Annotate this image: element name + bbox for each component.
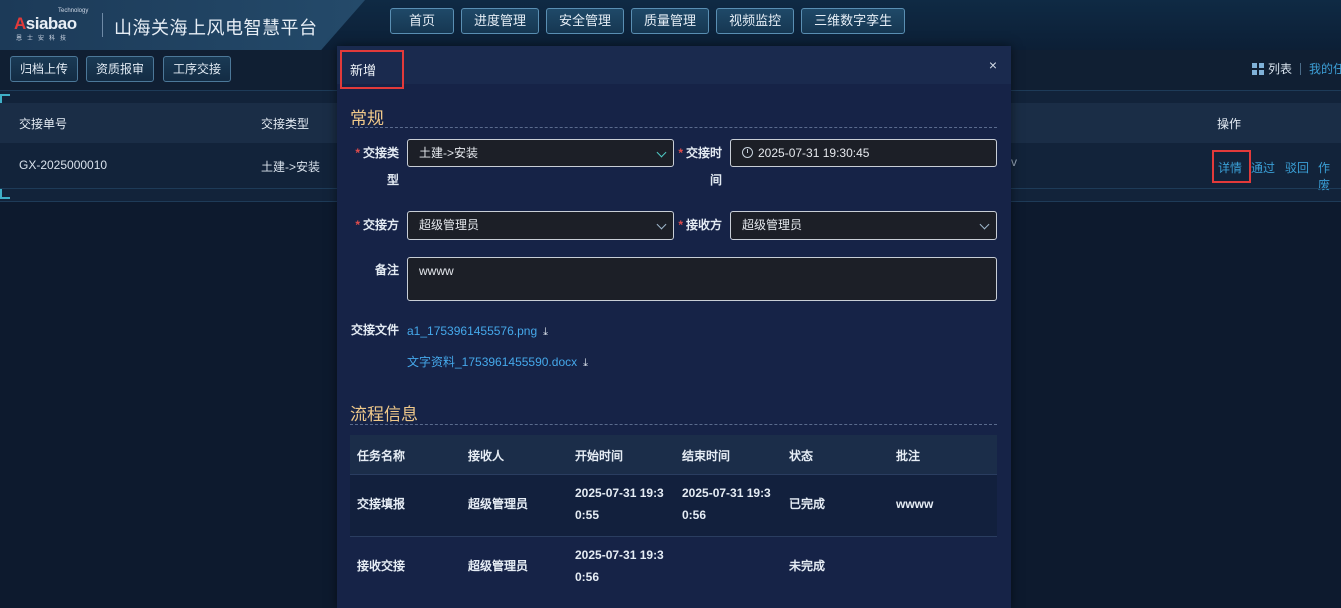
add-modal: 新增 × 常规 * 交接类 型 土建->安装 * 交接时 间 2025-07-31 … [337, 46, 1011, 608]
grid-icon [1251, 62, 1264, 75]
handover-type-select[interactable]: 土建->安装 [407, 139, 674, 167]
flow-header-status: 状态 [789, 449, 814, 463]
flow-header-note: 批注 [896, 449, 921, 463]
flow-cell-receiver: 超级管理员 [468, 559, 529, 573]
nav-safety[interactable]: 安全管理 [546, 8, 625, 34]
title-highlight [340, 50, 404, 89]
view-toggle: 列表 我的任 [1251, 60, 1341, 77]
flow-cell-start: 2025-07-31 19:3 0:56 [575, 548, 664, 584]
flow-table-header: 任务名称 接收人 开始时间 结束时间 状态 批注 [350, 435, 997, 474]
flow-header-end: 结束时间 [682, 449, 731, 463]
header-handover-no: 交接单号 [19, 117, 68, 131]
handover-party-select[interactable]: 超级管理员 [407, 211, 674, 240]
archive-upload-button[interactable]: 归档上传 [10, 56, 79, 82]
section-divider [350, 127, 997, 128]
remark-label: 备注 [374, 263, 399, 277]
cell-truncated: v [1011, 155, 1017, 169]
brand-divider [102, 13, 103, 37]
chevron-down-icon [656, 219, 667, 230]
main-nav: 首页 进度管理 安全管理 质量管理 视频监控 三维数字孪生 [390, 8, 906, 34]
qualification-review-button[interactable]: 资质报审 [86, 56, 155, 82]
cell-handover-no: GX-2025000010 [19, 158, 108, 172]
flow-cell-receiver: 超级管理员 [468, 497, 529, 511]
detail-highlight [1212, 150, 1251, 183]
nav-video[interactable]: 视频监控 [716, 8, 795, 34]
company-logo: Technology Asiabao 恩士安科技 [14, 8, 94, 42]
process-handover-button[interactable]: 工序交接 [163, 56, 232, 82]
download-icon[interactable]: ⤓ [543, 326, 548, 339]
close-icon[interactable]: × [989, 57, 997, 73]
nav-home[interactable]: 首页 [390, 8, 455, 34]
reject-link[interactable]: 驳回 [1285, 159, 1309, 176]
header-operation: 操作 [1217, 117, 1242, 131]
flow-header-task: 任务名称 [357, 449, 406, 463]
cell-handover-type: 土建->安装 [261, 160, 321, 174]
table-row: 交接填报 超级管理员 2025-07-31 19:3 0:55 2025-07-3… [350, 474, 997, 536]
receiver-label: * 接收方 [678, 218, 722, 232]
list-view-link[interactable]: 列表 [1268, 60, 1292, 77]
logo-word: Asiabao [14, 14, 77, 33]
nav-digital-twin[interactable]: 三维数字孪生 [801, 8, 906, 34]
handover-type-label: * 交接类 [355, 146, 399, 160]
handover-type-label-cont: 型 [386, 173, 399, 187]
my-tasks-link[interactable]: 我的任 [1309, 60, 1341, 77]
clock-icon [742, 147, 753, 158]
chevron-down-icon [979, 219, 990, 230]
handover-time-label: * 交接时 [678, 146, 722, 160]
section-general-title: 常规 [350, 109, 384, 128]
flow-cell-task: 交接填报 [357, 497, 406, 511]
table-row: 接收交接 超级管理员 2025-07-31 19:3 0:56 未完成 [350, 536, 997, 598]
flow-cell-start: 2025-07-31 19:3 0:55 [575, 486, 664, 522]
section-flow-title: 流程信息 [350, 405, 418, 424]
download-icon[interactable]: ⤓ [583, 357, 588, 370]
logo-sub-text: 恩士安科技 [16, 36, 72, 42]
flow-cell-note: wwww [896, 497, 934, 511]
flow-cell-end: 2025-07-31 19:3 0:56 [682, 486, 771, 522]
file-link-png[interactable]: a1_1753961455576.png ⤓ [407, 324, 548, 339]
corner-decoration [0, 189, 10, 199]
files-label: 交接文件 [350, 323, 399, 337]
handover-time-label-cont: 间 [709, 173, 722, 187]
nav-progress[interactable]: 进度管理 [461, 8, 540, 34]
receiver-select[interactable]: 超级管理员 [730, 211, 997, 240]
flow-cell-status: 未完成 [789, 559, 826, 573]
section-divider [350, 424, 997, 425]
flow-header-start: 开始时间 [575, 449, 624, 463]
header-handover-type: 交接类型 [261, 117, 310, 131]
nav-quality[interactable]: 质量管理 [631, 8, 710, 34]
toggle-divider [1299, 62, 1301, 75]
flow-cell-task: 接收交接 [357, 559, 406, 573]
remark-textarea[interactable]: wwww [407, 257, 997, 301]
modal-header: 新增 × [337, 46, 1011, 84]
handover-party-label: * 交接方 [355, 218, 399, 232]
approve-link[interactable]: 通过 [1251, 159, 1275, 176]
chevron-down-icon [656, 147, 667, 158]
handover-time-picker[interactable]: 2025-07-31 19:30:45 [730, 139, 997, 167]
app-title: 山海关海上风电智慧平台 [114, 18, 318, 38]
flow-header-receiver: 接收人 [468, 449, 505, 463]
top-bar: Technology Asiabao 恩士安科技 山海关海上风电智慧平台 首页 … [0, 0, 1341, 51]
file-link-docx[interactable]: 文字资料_1753961455590.docx ⤓ [407, 353, 588, 370]
flow-cell-status: 已完成 [789, 497, 826, 511]
